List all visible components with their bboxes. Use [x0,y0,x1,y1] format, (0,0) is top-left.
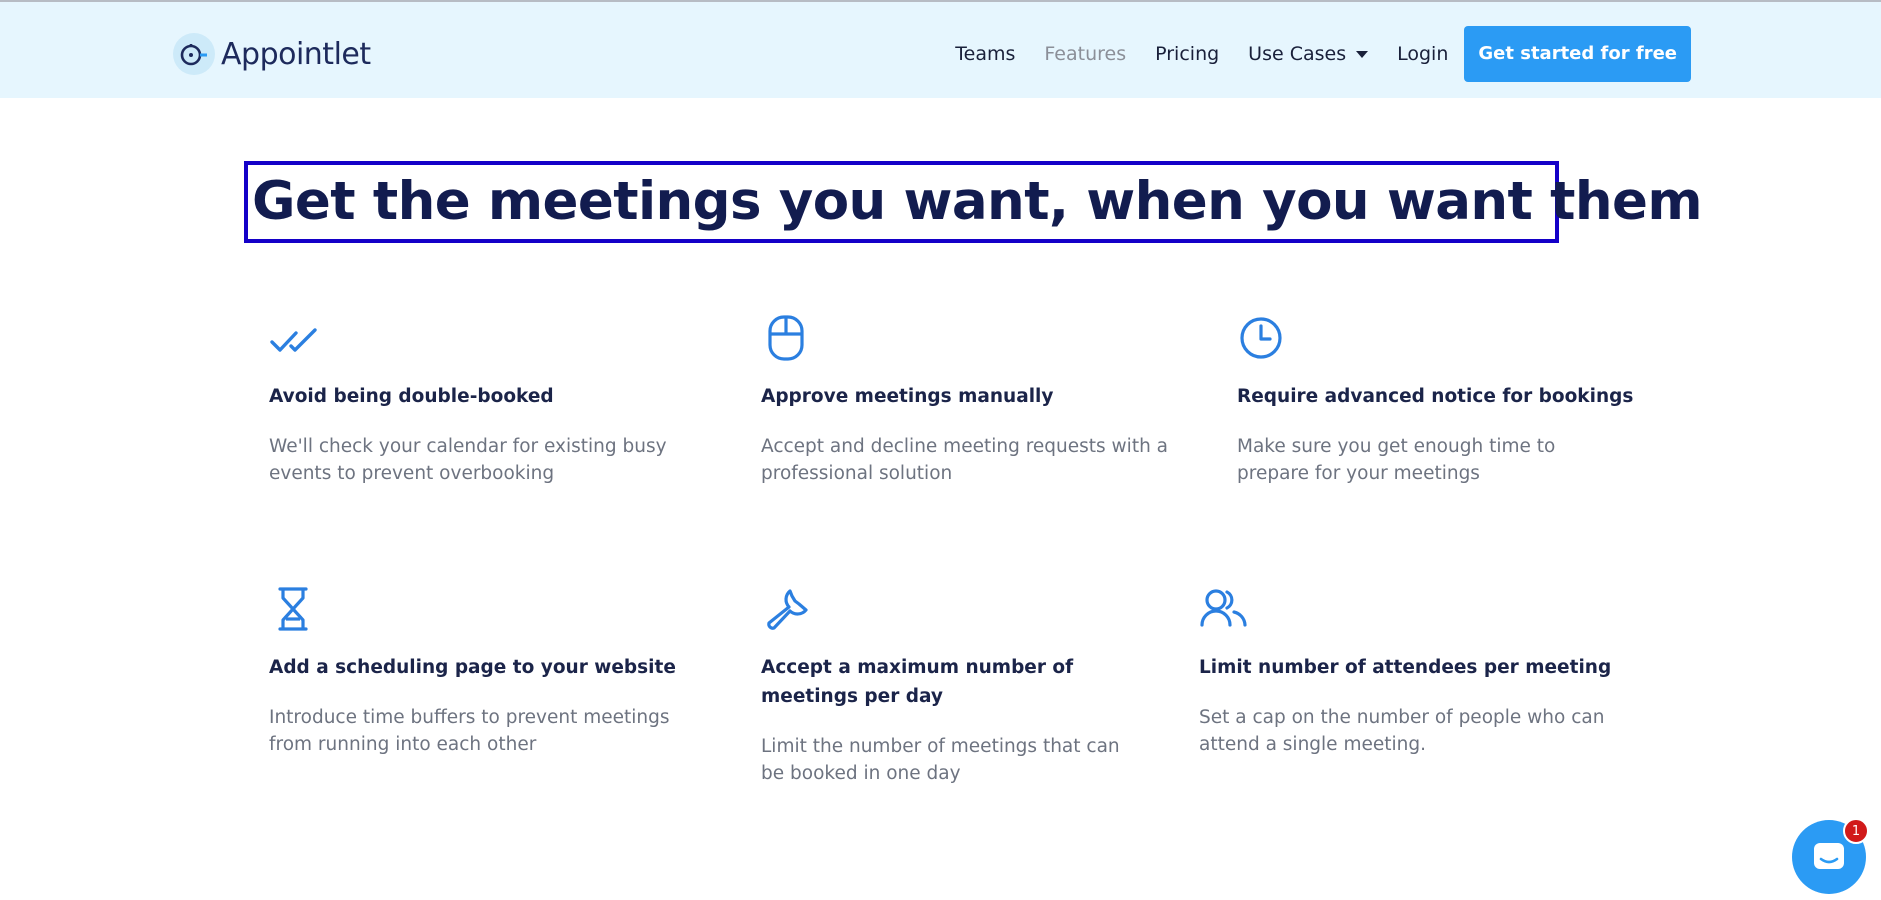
feature-desc-line: Introduce time buffers to prevent meetin… [269,707,670,728]
feature-desc-line: professional solution [761,463,953,484]
brand-logo[interactable]: Appointlet [173,32,371,76]
feature-desc-line: attend a single meeting. [1199,734,1426,755]
users-icon [1199,585,1249,635]
headline-highlight-box: Get the meetings you want, when you want… [244,161,1703,243]
feature-desc-line: Limit the number of meetings that can [761,736,1120,757]
feature-desc-line: Set a cap on the number of people who ca… [1199,707,1605,728]
site-header: Appointlet Teams Features Pricing Use Ca… [0,2,1881,98]
logo-mark-icon [173,33,215,75]
mouse-icon [761,314,811,364]
hourglass-icon [269,585,319,635]
double-check-icon [269,314,319,364]
get-started-button[interactable]: Get started for free [1464,26,1691,82]
feature-desc-line: Accept and decline meeting requests with… [761,436,1169,457]
feature-desc-line: from running into each other [269,734,537,755]
feature-title: Accept a maximum number of [761,657,1074,678]
clock-icon [1237,314,1287,364]
feature-desc-line: We'll check your calendar for existing b… [269,436,667,457]
feature-title: Limit number of attendees per meeting [1199,657,1612,678]
nav-teams[interactable]: Teams [955,43,1015,65]
feature-title: Add a scheduling page to your website [269,657,676,678]
wrench-icon [761,585,811,635]
notification-badge: 1 [1843,818,1869,844]
main-nav: Teams Features Pricing Use Cases Login G… [926,26,1691,82]
feature-desc-line: events to prevent overbooking [269,463,555,484]
nav-login[interactable]: Login [1397,43,1448,65]
chevron-down-icon [1356,50,1369,58]
feature-title: Avoid being double-booked [269,386,554,407]
feature-desc-line: be booked in one day [761,763,961,784]
feature-title: Require advanced notice for bookings [1237,386,1634,407]
feature-title: meetings per day [761,686,943,707]
feature-title: Approve meetings manually [761,386,1054,407]
feature-desc-line: prepare for your meetings [1237,463,1480,484]
nav-use-cases-label: Use Cases [1248,43,1347,65]
page-headline: Get the meetings you want, when you want… [252,171,1703,232]
nav-features[interactable]: Features [1044,43,1126,65]
brand-name: Appointlet [221,36,371,72]
feature-desc-line: Make sure you get enough time to [1237,436,1556,457]
nav-pricing[interactable]: Pricing [1155,43,1219,65]
chat-icon [1814,843,1844,869]
nav-use-cases[interactable]: Use Cases [1248,43,1369,65]
